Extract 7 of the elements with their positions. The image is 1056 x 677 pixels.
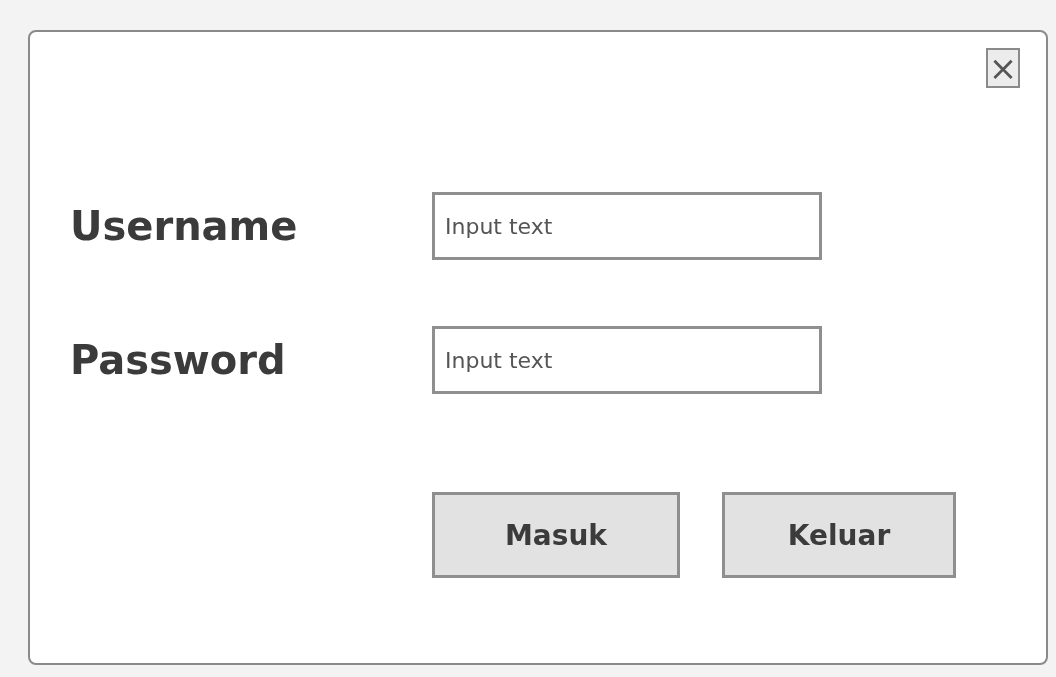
exit-button[interactable]: Keluar [722,492,956,578]
input-field[interactable]: Input text [432,192,822,260]
login-button[interactable]: Masuk [432,492,680,578]
field-label: Username [70,203,299,249]
field-label: Password [70,337,287,383]
close-button[interactable]: × [986,48,1020,88]
input-field[interactable]: Input text [432,326,822,394]
